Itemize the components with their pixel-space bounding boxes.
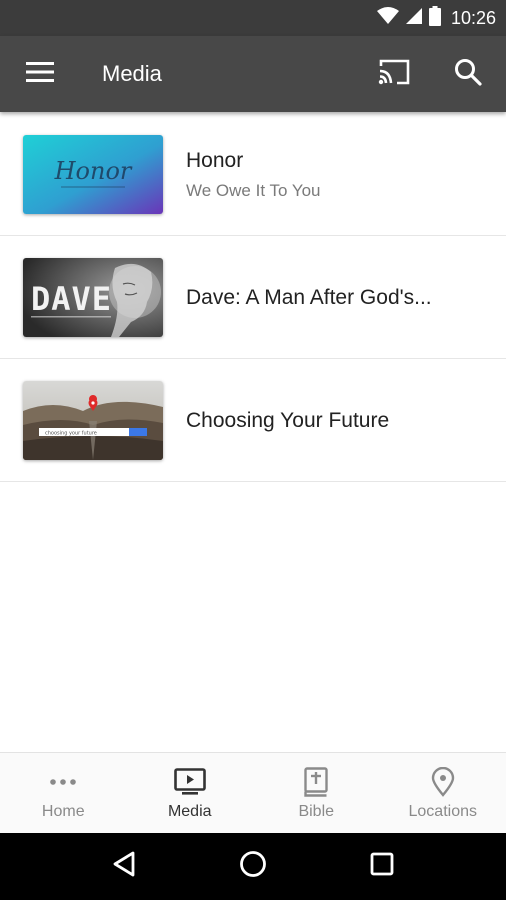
honor-thumbnail-text: Honor [54, 157, 133, 185]
nav-item-media[interactable]: Media [127, 753, 254, 833]
menu-icon [26, 61, 54, 87]
media-item-subtitle: We Owe It To You [186, 180, 321, 200]
nav-label: Bible [298, 803, 335, 820]
nav-label: Home [41, 803, 85, 820]
dave-thumbnail-text: DAVE [31, 280, 112, 318]
choosing-future-thumbnail: choosing your future [23, 381, 163, 460]
back-icon [111, 850, 137, 883]
home-button[interactable] [229, 843, 277, 891]
media-item-choosing-your-future[interactable]: choosing your future Choosing Your Futur… [0, 359, 506, 482]
status-time: 10:26 [450, 7, 496, 28]
bottom-nav: Home Media Bible Locations [0, 752, 506, 833]
media-item-title: Honor [186, 148, 244, 172]
honor-thumbnail: Honor [23, 135, 163, 214]
recents-button[interactable] [358, 843, 406, 891]
recents-icon [370, 852, 394, 881]
more-dots-icon [49, 767, 77, 797]
dave-thumbnail: DAVE [23, 258, 163, 337]
back-button[interactable] [100, 843, 148, 891]
bible-icon [304, 767, 328, 797]
cast-button[interactable] [372, 54, 416, 94]
battery-icon [428, 5, 441, 31]
nav-item-locations[interactable]: Locations [380, 753, 506, 833]
page-title: Media [102, 61, 162, 86]
tv-play-icon [173, 767, 206, 797]
media-list: Honor Honor We Owe It To You DAVE Dave: … [0, 113, 506, 482]
nav-label: Media [167, 803, 212, 820]
signal-icon [405, 7, 423, 30]
media-item-dave[interactable]: DAVE Dave: A Man After God's... [0, 236, 506, 359]
media-item-text: Dave: A Man After God's... [186, 236, 432, 359]
system-nav-bar [0, 833, 506, 900]
media-item-text: Choosing Your Future [186, 359, 389, 482]
location-pin-icon [431, 767, 455, 797]
nav-label: Locations [408, 803, 478, 820]
media-item-title: Choosing Your Future [186, 408, 390, 432]
choosing-future-thumbnail-text: choosing your future [45, 431, 97, 437]
media-item-honor[interactable]: Honor Honor We Owe It To You [0, 113, 506, 236]
wifi-icon [376, 6, 399, 30]
status-bar: 10:26 [0, 0, 506, 36]
status-icons: 10:26 [376, 0, 496, 36]
nav-item-bible[interactable]: Bible [253, 753, 380, 833]
menu-button[interactable] [20, 58, 60, 90]
cast-icon [377, 58, 411, 91]
search-button[interactable] [446, 54, 490, 94]
home-circle-icon [239, 850, 267, 883]
nav-item-home[interactable]: Home [0, 753, 127, 833]
media-item-title: Dave: A Man After God's... [186, 285, 432, 309]
app-bar: Media [0, 36, 506, 112]
media-item-text: Honor We Owe It To You [186, 113, 321, 236]
search-icon [454, 58, 482, 91]
